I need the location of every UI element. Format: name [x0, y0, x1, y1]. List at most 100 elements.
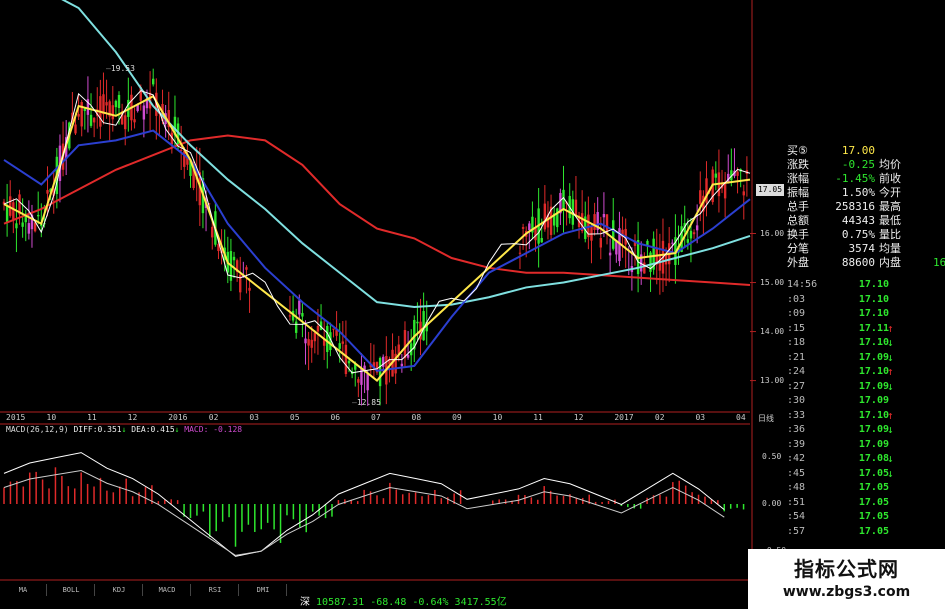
- candle-body: [643, 262, 646, 274]
- tick-price: 17.09: [858, 424, 889, 435]
- quote-label: 分笔: [787, 242, 809, 255]
- tick-row: :51 17.05: [753, 496, 945, 510]
- candle-body: [74, 124, 77, 134]
- candle-body: [521, 227, 525, 229]
- tick-price: 17.10: [858, 337, 889, 348]
- tick-time: :45: [787, 467, 806, 479]
- indicator-tabs: MA BOLL KDJ MACD RSI DMI: [0, 584, 640, 596]
- quote-row: 总手 258316 最高: [753, 200, 945, 214]
- tick-arrow: ↓: [887, 350, 894, 364]
- candle-body: [15, 223, 18, 229]
- tick-row: :54 17.05: [753, 510, 945, 524]
- candle-body: [5, 205, 9, 223]
- candle-body: [403, 330, 407, 359]
- candle-body: [692, 232, 696, 235]
- date-tick: 04: [736, 413, 746, 422]
- candle-body: [360, 367, 363, 385]
- tick-row: :39 17.09: [753, 438, 945, 452]
- date-tick: 10: [46, 413, 57, 422]
- candle-body: [540, 238, 543, 243]
- tick-time: :51: [787, 496, 806, 508]
- tick-price: 17.11: [858, 322, 889, 334]
- tick-time: :27: [787, 380, 806, 392]
- candle-body: [543, 203, 547, 230]
- tick-price: 17.09: [858, 438, 889, 450]
- date-tick: 11: [87, 413, 97, 422]
- date-tick: 12: [127, 413, 138, 422]
- candle-body: [602, 213, 606, 218]
- tick-row: :21 17.09 ↓: [753, 351, 945, 365]
- tick-price: 17.10: [858, 293, 889, 305]
- quote-value: 0.75%: [841, 228, 875, 241]
- candle-body: [671, 242, 674, 244]
- tab-boll[interactable]: BOLL: [48, 584, 95, 596]
- candle-body: [742, 191, 745, 196]
- candle-body: [341, 341, 345, 344]
- tick-price: 17.09: [858, 351, 889, 363]
- tick-price: 17.10: [858, 279, 889, 290]
- candle-body: [612, 220, 615, 249]
- date-tick: 2017: [614, 413, 634, 422]
- candles: [2, 68, 749, 406]
- candle-body: [714, 173, 718, 178]
- tab-macd[interactable]: MACD: [144, 584, 191, 596]
- date-tick: 09: [452, 413, 462, 422]
- quote-value: 17.00: [841, 144, 875, 157]
- candle-body: [294, 321, 298, 333]
- candle-body: [245, 267, 248, 270]
- tick-arrow: ↓: [887, 423, 894, 436]
- tick-row: :27 17.09 ↓: [753, 380, 945, 394]
- quote-row: 涨跌 -0.25 均价: [753, 158, 945, 172]
- candle-body: [124, 115, 127, 130]
- candle-body: [102, 94, 105, 115]
- candle-body: [562, 189, 565, 210]
- tab-dmi[interactable]: DMI: [240, 584, 287, 596]
- candle-body: [211, 226, 214, 238]
- quote-label2: 量比: [879, 228, 901, 241]
- candle-body: [301, 313, 304, 317]
- date-tick: 03: [695, 413, 706, 422]
- quote-label2: 前收: [879, 172, 901, 185]
- quote-value: 3574: [848, 242, 876, 255]
- watermark: 指标公式网 www.zbgs3.com: [748, 549, 945, 609]
- tab-ma[interactable]: MA: [0, 584, 47, 596]
- candle-body: [723, 183, 727, 199]
- candle-body: [347, 360, 351, 364]
- tick-price: 17.10: [858, 409, 889, 421]
- date-tick: 12: [573, 413, 584, 422]
- tick-row: :45 17.05 ↓: [753, 467, 945, 481]
- tick-arrow: ↓: [887, 466, 894, 480]
- tab-kdj[interactable]: KDJ: [96, 584, 143, 596]
- candle-body: [332, 328, 335, 330]
- tick-row: :18 17.10 ↓: [753, 336, 945, 350]
- candle-body: [313, 332, 317, 342]
- tick-arrow: ↑: [887, 321, 894, 335]
- quote-label: 总手: [787, 200, 809, 213]
- candle-body: [232, 256, 236, 261]
- quote-value: 258316: [835, 200, 875, 213]
- ma-lines: [3, 0, 751, 382]
- status-bar: 深 10587.31 -68.48 -0.64% 3417.55亿: [300, 597, 507, 608]
- candle-body: [422, 311, 425, 341]
- date-tick: 2016: [168, 413, 188, 422]
- neipan-value: 16: [933, 256, 945, 269]
- candle-body: [105, 102, 108, 106]
- ma-line-1: [61, 0, 751, 309]
- candle-body: [21, 222, 24, 227]
- tick-price: 17.08: [858, 453, 889, 464]
- tick-time: :18: [787, 337, 806, 348]
- tick-time: :03: [787, 293, 806, 305]
- candle-body: [288, 315, 292, 317]
- quote-row: 总额 44343 最低: [753, 214, 945, 228]
- tab-rsi[interactable]: RSI: [192, 584, 239, 596]
- candle-body: [528, 223, 531, 231]
- tick-row: :36 17.09 ↓: [753, 423, 945, 437]
- candle-body: [357, 379, 360, 383]
- tick-price: 17.09: [858, 395, 889, 406]
- candle-body: [27, 223, 31, 234]
- quote-value: -1.45%: [835, 172, 875, 185]
- quote-label: 换手: [787, 228, 809, 241]
- quote-row: 买⑤ 17.00: [753, 144, 945, 158]
- quote-row: 换手 0.75% 量比: [753, 228, 945, 242]
- date-tick: 08: [411, 413, 422, 422]
